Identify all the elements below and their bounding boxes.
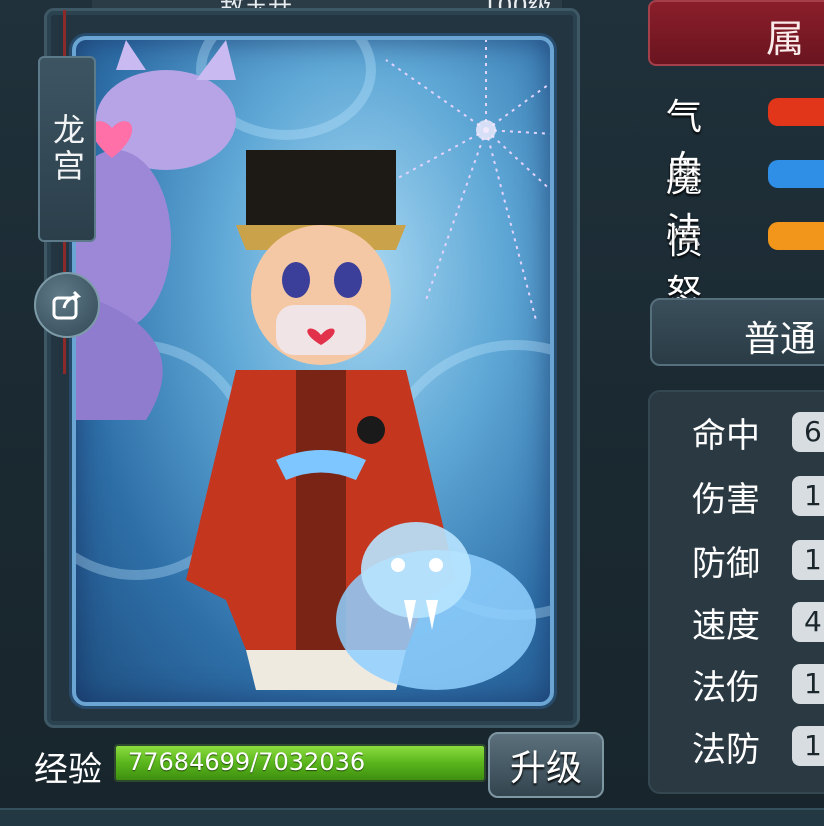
tab-rope (63, 238, 66, 272)
attribute-tab-label: 属 (766, 17, 805, 61)
hp-bar (768, 98, 824, 126)
tab-rope (63, 334, 66, 374)
stat-label-defense: 防御 (692, 544, 760, 584)
mp-bar (768, 160, 824, 188)
experience-bar: 77684699/7032036 (114, 744, 486, 782)
upgrade-button[interactable]: 升级 (488, 732, 604, 798)
bottom-edge (0, 808, 824, 826)
attribute-tab[interactable]: 属 (648, 0, 824, 66)
experience-label: 经验 (34, 750, 102, 790)
sect-label: 龙宫 (48, 113, 86, 185)
stat-value-hit: 6 (792, 412, 824, 452)
share-icon (52, 290, 82, 320)
sect-tab[interactable]: 龙宫 (38, 56, 96, 242)
rage-bar (768, 222, 824, 250)
stat-value-speed: 4 (792, 602, 824, 642)
normal-tab[interactable]: 普通 (650, 298, 824, 366)
share-button[interactable] (34, 272, 100, 338)
tab-rope (63, 10, 66, 56)
character-portrait (72, 36, 554, 706)
stat-label-magic-damage: 法伤 (692, 668, 760, 708)
stat-value-defense: 1 (792, 540, 824, 580)
spirit-tiger-image (336, 522, 536, 690)
upgrade-button-label: 升级 (509, 748, 582, 789)
stat-value-damage: 1 (792, 476, 824, 516)
stat-label-damage: 伤害 (692, 480, 760, 520)
stat-label-magic-defense: 法防 (692, 730, 760, 770)
stat-value-magic-defense: 1 (792, 726, 824, 766)
stat-label-speed: 速度 (692, 606, 760, 646)
stat-label-hit: 命中 (692, 416, 760, 456)
normal-tab-label: 普通 (744, 319, 817, 360)
experience-text: 77684699/7032036 (128, 748, 366, 776)
stat-value-magic-damage: 1 (792, 664, 824, 704)
